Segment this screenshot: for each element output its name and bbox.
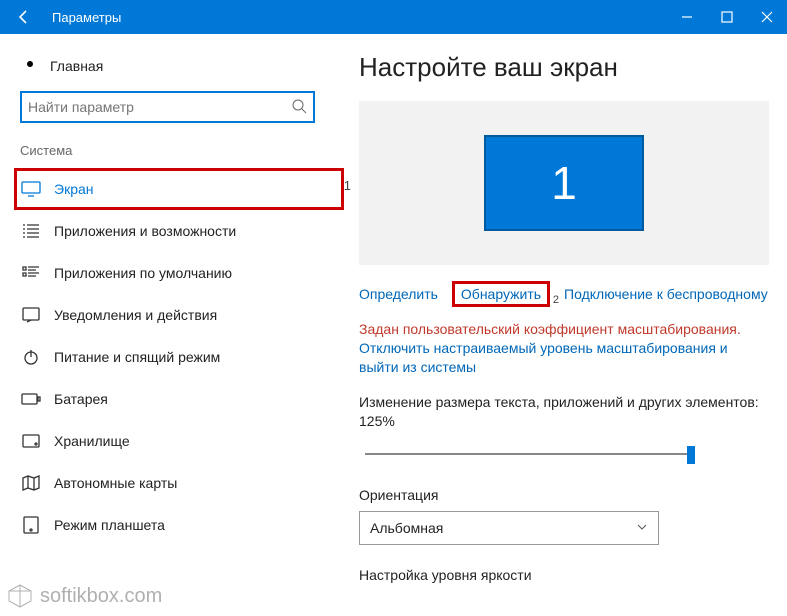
sidebar-item-label: Приложения и возможности bbox=[54, 223, 236, 239]
orientation-label: Ориентация bbox=[359, 487, 769, 503]
scale-slider[interactable] bbox=[365, 443, 695, 465]
sidebar-item-label: Хранилище bbox=[54, 433, 130, 449]
list-icon bbox=[20, 223, 42, 239]
storage-icon bbox=[20, 434, 42, 448]
scale-label: Изменение размера текста, приложений и д… bbox=[359, 393, 769, 431]
chevron-down-icon bbox=[636, 520, 648, 536]
sidebar-item-apps[interactable]: Приложения и возможности bbox=[14, 210, 337, 252]
detect-link[interactable]: Обнаружить bbox=[461, 286, 541, 302]
turnoff-scaling-link[interactable]: Отключить настраиваемый уровень масштаби… bbox=[359, 339, 769, 377]
maximize-button[interactable] bbox=[707, 0, 747, 34]
identify-link[interactable]: Определить bbox=[359, 286, 438, 302]
home-link[interactable]: Главная bbox=[14, 48, 337, 91]
default-apps-icon bbox=[20, 265, 42, 281]
sidebar-item-label: Батарея bbox=[54, 391, 108, 407]
sidebar-item-storage[interactable]: Хранилище bbox=[14, 420, 337, 462]
slider-thumb[interactable] bbox=[687, 446, 695, 464]
monitor-1[interactable]: 1 bbox=[484, 135, 644, 231]
sidebar-item-notifications[interactable]: Уведомления и действия bbox=[14, 294, 337, 336]
maps-icon bbox=[20, 475, 42, 491]
window-titlebar: Параметры bbox=[0, 0, 787, 34]
window-title: Параметры bbox=[48, 10, 667, 25]
battery-icon bbox=[20, 393, 42, 405]
sidebar-item-label: Питание и спящий режим bbox=[54, 349, 220, 365]
minimize-button[interactable] bbox=[667, 0, 707, 34]
annotation-number-1: 1 bbox=[344, 178, 351, 193]
sidebar: Главная Система 1 Экран Приложения и воз… bbox=[0, 34, 337, 616]
sidebar-item-default-apps[interactable]: Приложения по умолчанию bbox=[14, 252, 337, 294]
sidebar-item-label: Приложения по умолчанию bbox=[54, 265, 232, 281]
sidebar-item-label: Экран bbox=[54, 181, 94, 197]
wireless-link[interactable]: Подключение к беспроводному bbox=[564, 286, 768, 302]
sidebar-item-label: Режим планшета bbox=[54, 517, 165, 533]
sidebar-item-label: Автономные карты bbox=[54, 475, 177, 491]
sidebar-item-tablet[interactable]: Режим планшета bbox=[14, 504, 337, 546]
scaling-warning: Задан пользовательский коэффициент масшт… bbox=[359, 321, 769, 337]
search-icon bbox=[291, 98, 307, 117]
category-label: Система bbox=[14, 143, 337, 168]
sidebar-item-label: Уведомления и действия bbox=[54, 307, 217, 323]
home-label: Главная bbox=[50, 58, 103, 74]
tablet-icon bbox=[20, 516, 42, 534]
search-input[interactable] bbox=[20, 91, 315, 123]
notifications-icon bbox=[20, 307, 42, 323]
orientation-value: Альбомная bbox=[370, 520, 443, 536]
main-panel: Настройте ваш экран 1 Определить Обнаруж… bbox=[337, 34, 787, 616]
back-button[interactable] bbox=[0, 0, 48, 34]
annotation-box-2: Обнаружить 2 bbox=[452, 281, 550, 307]
slider-track bbox=[365, 453, 695, 455]
gear-icon bbox=[20, 54, 40, 77]
page-title: Настройте ваш экран bbox=[359, 52, 769, 83]
display-preview[interactable]: 1 bbox=[359, 101, 769, 265]
sidebar-item-battery[interactable]: Батарея bbox=[14, 378, 337, 420]
sidebar-item-maps[interactable]: Автономные карты bbox=[14, 462, 337, 504]
annotation-number-2: 2 bbox=[553, 294, 559, 306]
sidebar-item-power[interactable]: Питание и спящий режим bbox=[14, 336, 337, 378]
search-field[interactable] bbox=[28, 99, 291, 115]
power-icon bbox=[20, 348, 42, 366]
orientation-select[interactable]: Альбомная bbox=[359, 511, 659, 545]
sidebar-item-display[interactable]: 1 Экран bbox=[14, 168, 337, 210]
brightness-label: Настройка уровня яркости bbox=[359, 567, 769, 583]
close-button[interactable] bbox=[747, 0, 787, 34]
display-icon bbox=[20, 181, 42, 197]
